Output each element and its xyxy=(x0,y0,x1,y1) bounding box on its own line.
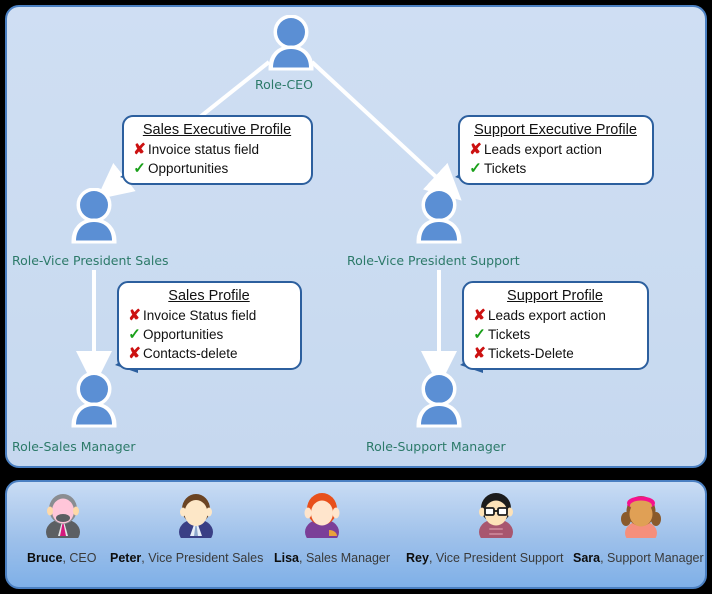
callout-support-profile[interactable]: Support Profile ✘ Leads export action ✓ … xyxy=(462,281,649,370)
permission-label: Leads export action xyxy=(484,142,602,157)
avatar xyxy=(304,493,340,545)
allow-icon: ✓ xyxy=(128,326,141,343)
callout-title: Support Profile xyxy=(507,288,603,304)
permission-label: Tickets-Delete xyxy=(488,346,574,361)
avatar xyxy=(621,496,661,545)
deny-icon: ✘ xyxy=(133,141,146,158)
person-role: , Support Manager xyxy=(600,551,704,565)
role-label-sales-manager: Role-Sales Manager xyxy=(12,439,136,454)
deny-icon: ✘ xyxy=(128,307,141,324)
permission-row: ✓ Tickets xyxy=(467,159,644,178)
person-icon xyxy=(71,372,117,428)
role-hierarchy-panel: Role-CEO Sales Executive Profile ✘ Invoi… xyxy=(5,5,707,468)
permission-row: ✘ Leads export action xyxy=(467,140,644,159)
person-name: Sara xyxy=(573,551,601,565)
person-name: Peter xyxy=(110,551,142,565)
role-node-ceo[interactable] xyxy=(265,15,317,73)
permission-row: ✓ Opportunities xyxy=(131,159,303,178)
diagram-canvas: Role-CEO Sales Executive Profile ✘ Invoi… xyxy=(0,0,712,594)
role-label-vp-support: Role-Vice President Support xyxy=(347,253,520,268)
person-name: Bruce xyxy=(27,551,63,565)
permission-row: ✘ Leads export action xyxy=(471,306,639,325)
person-icon xyxy=(71,188,117,244)
avatar xyxy=(479,493,513,545)
permission-label: Invoice status field xyxy=(148,142,260,157)
person-role: , Vice President Support xyxy=(428,551,564,565)
callout-title: Sales Profile xyxy=(168,288,250,304)
role-node-vp-sales[interactable] xyxy=(68,188,120,246)
permission-label: Tickets xyxy=(488,327,531,342)
permission-label: Opportunities xyxy=(143,327,224,342)
person-rey[interactable] xyxy=(466,490,526,545)
person-peter[interactable] xyxy=(166,490,226,545)
callout-support-executive-profile[interactable]: Support Executive Profile ✘ Leads export… xyxy=(458,115,654,185)
person-role: , Vice President Sales xyxy=(141,551,264,565)
callout-title: Support Executive Profile xyxy=(474,122,637,138)
role-label-vp-sales: Role-Vice President Sales xyxy=(12,253,169,268)
permission-row: ✓ Opportunities xyxy=(126,325,292,344)
allow-icon: ✓ xyxy=(473,326,486,343)
permission-label: Leads export action xyxy=(488,308,606,323)
people-legend-panel: Bruce, CEO Peter, Vice President Sales L… xyxy=(5,480,707,589)
permission-label: Contacts-delete xyxy=(143,346,238,361)
role-node-support-manager[interactable] xyxy=(413,372,465,430)
person-label-peter: Peter, Vice President Sales xyxy=(110,551,263,565)
permission-row: ✘ Invoice Status field xyxy=(126,306,292,325)
avatar xyxy=(46,494,80,545)
person-icon xyxy=(416,188,462,244)
person-icon xyxy=(268,15,314,71)
deny-icon: ✘ xyxy=(473,345,486,362)
avatar xyxy=(179,494,213,545)
role-label-support-manager: Role-Support Manager xyxy=(366,439,506,454)
permission-row: ✘ Tickets-Delete xyxy=(471,344,639,363)
permission-row: ✓ Tickets xyxy=(471,325,639,344)
allow-icon: ✓ xyxy=(133,160,146,177)
person-name: Lisa xyxy=(274,551,300,565)
person-label-sara: Sara, Support Manager xyxy=(573,551,704,565)
person-bruce[interactable] xyxy=(33,490,93,545)
role-node-sales-manager[interactable] xyxy=(68,372,120,430)
person-sara[interactable] xyxy=(611,490,671,545)
deny-icon: ✘ xyxy=(128,345,141,362)
role-node-vp-support[interactable] xyxy=(413,188,465,246)
person-name: Rey xyxy=(406,551,429,565)
permission-row: ✘ Invoice status field xyxy=(131,140,303,159)
person-label-bruce: Bruce, CEO xyxy=(27,551,96,565)
allow-icon: ✓ xyxy=(469,160,482,177)
person-role: , Sales Manager xyxy=(299,551,391,565)
callout-title: Sales Executive Profile xyxy=(142,122,292,138)
callout-sales-executive-profile[interactable]: Sales Executive Profile ✘ Invoice status… xyxy=(122,115,313,185)
person-lisa[interactable] xyxy=(292,490,352,545)
person-icon xyxy=(416,372,462,428)
person-role: , CEO xyxy=(62,551,97,565)
person-label-rey: Rey, Vice President Support xyxy=(406,551,564,565)
role-label-ceo: Role-CEO xyxy=(255,77,313,92)
deny-icon: ✘ xyxy=(469,141,482,158)
callout-sales-profile[interactable]: Sales Profile ✘ Invoice Status field ✓ O… xyxy=(117,281,302,370)
person-label-lisa: Lisa, Sales Manager xyxy=(274,551,390,565)
permission-label: Tickets xyxy=(484,161,527,176)
deny-icon: ✘ xyxy=(473,307,486,324)
permission-label: Invoice Status field xyxy=(143,308,257,323)
permission-row: ✘ Contacts-delete xyxy=(126,344,292,363)
permission-label: Opportunities xyxy=(148,161,229,176)
